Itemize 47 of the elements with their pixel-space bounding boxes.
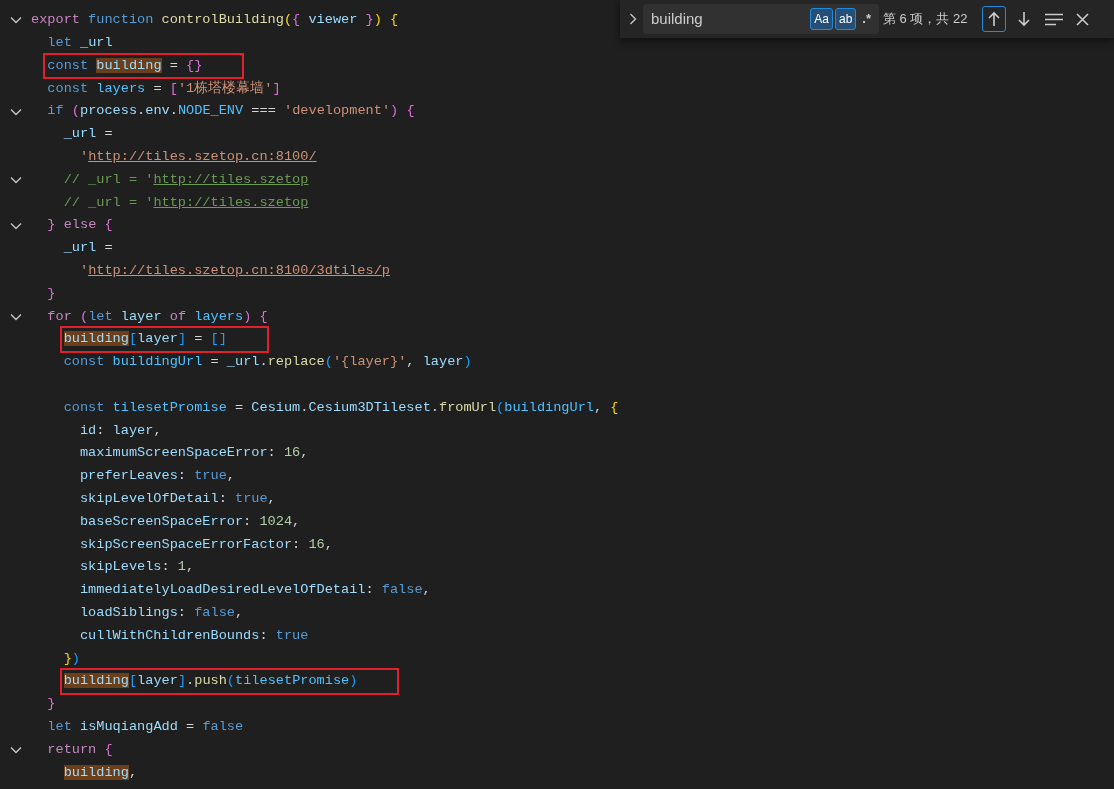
code-line: 'http://tiles.szetop.cn:8100/ [78,148,317,166]
find-query: building [651,8,704,29]
search-option-toggle[interactable]: ab [834,8,857,30]
code-line: } else { [46,216,113,235]
code-line: id: layer, [78,421,162,440]
expand-chevron-icon[interactable] [629,13,637,25]
code-line: if (process.env.NODE_ENV === 'development') { [46,102,415,121]
code-line: _url = [62,239,113,258]
code-line: skipLevelOfDetail: true, [78,489,276,508]
match-count: 第 6 项，共 22 [883,10,968,29]
code-line: preferLeaves: true, [78,467,235,486]
fold-chevron-icon[interactable] [9,175,22,184]
code-line: return { [46,740,113,759]
search-option-toggle[interactable]: Aa [810,8,833,30]
fold-chevron-icon[interactable] [9,107,22,116]
code-line: cullWithChildrenBounds: true [78,626,309,645]
code-line: const buildingUrl = _url.replace('{layer}', layer) [62,353,472,372]
code-line: }) [62,649,80,668]
code-line: const tilesetPromise = Cesium.Cesium3DTileset.fromUrl(buildingUrl, { [62,398,619,417]
code-line: for (let layer of layers) { [46,307,268,326]
code-line: maximumScreenSpaceError: 16, [78,444,309,463]
previous-match-button[interactable] [981,6,1006,32]
fold-chevron-icon[interactable] [9,221,22,230]
code-line: skipLevels: 1, [78,558,195,577]
code-line: // _url = 'http://tiles.szetop [62,193,309,212]
up-arrow-icon [987,11,1000,27]
search-option-toggle[interactable]: .* [858,8,875,30]
code-line: let _url [46,34,113,52]
next-match-icon[interactable] [1017,11,1030,27]
code-line: } [46,284,56,303]
code-line: let isMuqiangAdd = false [46,717,244,736]
close-icon[interactable] [1075,12,1089,26]
code-line: const layers = ['1栋塔楼幕墙'] [46,79,281,98]
fold-chevron-icon[interactable] [9,16,22,25]
fold-chevron-icon[interactable] [9,745,22,754]
code-line: immediatelyLoadDesiredLevelOfDetail: false, [78,581,431,600]
code-line: _url = [62,125,113,144]
find-input[interactable]: building Aa ab .* [643,4,879,34]
code-line: // _url = 'http://tiles.szetop [62,170,309,189]
menu-icon[interactable] [1044,12,1063,26]
fold-chevron-icon[interactable] [9,312,22,321]
code-line: skipScreenSpaceErrorFactor: 16, [78,535,333,554]
code-line: 'http://tiles.szetop.cn:8100/3dtiles/p [78,261,390,280]
code-line: baseScreenSpaceError: 1024, [78,512,301,531]
code-line: export function controlBuilding({ viewer }) { [31,11,399,30]
code-line: loadSiblings: false, [78,603,244,622]
code-line: } [46,695,56,714]
